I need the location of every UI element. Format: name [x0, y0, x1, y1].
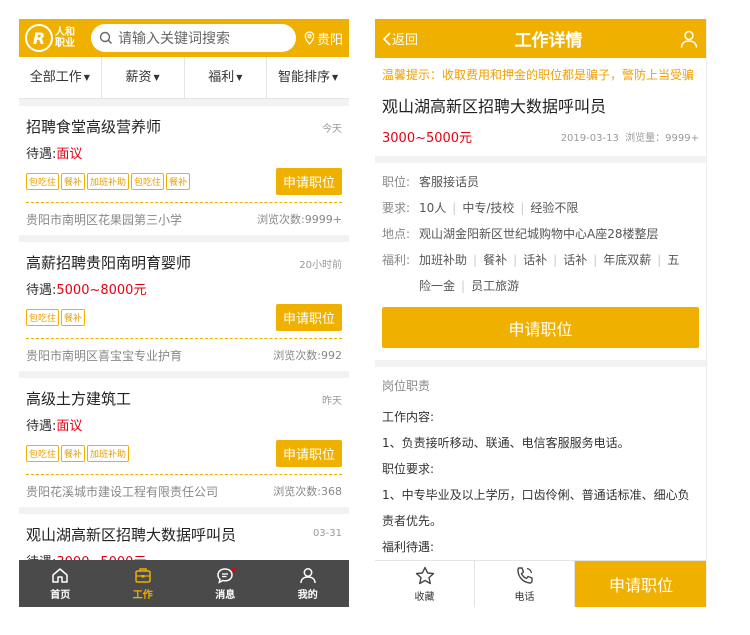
- job-title: 观山湖高新区招聘大数据呼叫员: [382, 97, 607, 116]
- unread-dot: [232, 568, 236, 572]
- welfare-tag: 餐补: [166, 173, 191, 190]
- dropdown-arrow-icon: ▼: [153, 72, 160, 82]
- logo-mark: R: [25, 24, 53, 52]
- dropdown-arrow-icon: ▼: [236, 72, 243, 82]
- job-location: 贵阳市南明区花果园第三小学: [26, 212, 183, 227]
- filter-welfare[interactable]: 福利 ▼: [185, 56, 268, 99]
- bottom-tab-bar: 首页 工作 消息 我的: [19, 560, 349, 607]
- job-tags: 包吃住 餐补: [26, 309, 86, 326]
- phone-icon: [516, 566, 533, 584]
- filter-bar: 全部工作 ▼ 薪资 ▼ 福利 ▼ 智能排序 ▼: [19, 56, 349, 99]
- job-title: 观山湖高新区招聘大数据呼叫员: [26, 526, 237, 544]
- filter-all-jobs[interactable]: 全部工作 ▼: [19, 56, 102, 99]
- job-title: 招聘食堂高级营养师: [26, 118, 162, 136]
- list-header: R 人和 职业 请输入关键词搜索 贵阳: [19, 19, 349, 57]
- job-info: 职位: 客服接话员 要求: 10人 | 中专/技校 | 经验不限 地点: 观山湖金阳新区…: [375, 163, 706, 299]
- job-views: 浏览次数:992: [273, 349, 342, 362]
- job-address: 观山湖金阳新区世纪城购物中心A座28楼整层: [419, 227, 659, 241]
- welfare-tag: 加班补助: [87, 173, 130, 190]
- chevron-left-icon: [382, 31, 391, 46]
- user-icon[interactable]: [679, 29, 699, 49]
- apply-button-bottom[interactable]: 申请职位: [575, 561, 706, 607]
- tab-messages[interactable]: 消息: [184, 560, 267, 607]
- job-views: 浏览次数:368: [273, 485, 342, 498]
- home-icon: [52, 567, 68, 583]
- welfare-tag: 加班补助: [87, 445, 130, 462]
- search-input[interactable]: 请输入关键词搜索: [91, 24, 296, 52]
- dropdown-arrow-icon: ▼: [83, 72, 90, 82]
- job-location: 贵阳花溪城市建设工程有限责任公司: [26, 484, 219, 499]
- detail-header: 返回 工作详情: [375, 19, 706, 58]
- user-icon: [300, 567, 316, 583]
- job-duties: 岗位职责 工作内容: 1、负责接听移动、联通、电信客服服务电话。 职位要求: 1…: [375, 367, 706, 560]
- apply-button[interactable]: 申请职位: [275, 168, 342, 195]
- job-pay: 待遇:5000~8000元: [26, 283, 147, 298]
- job-tags: 包吃住 餐补 加班补助 包吃住 餐补: [26, 173, 191, 190]
- app-logo[interactable]: R 人和 职业: [25, 24, 87, 52]
- briefcase-icon: [135, 567, 151, 583]
- city-label: 贵阳: [316, 32, 343, 48]
- job-time: 今天: [322, 124, 342, 135]
- job-list-screen: R 人和 职业 请输入关键词搜索 贵阳 全部工作 ▼ 薪资 ▼ 福利 ▼ 智能排序 ▼ …: [19, 19, 349, 607]
- job-location: 贵阳市南明区喜宝宝专业护育: [26, 348, 183, 363]
- job-time: 20小时前: [299, 260, 342, 271]
- filter-smart-sort[interactable]: 智能排序 ▼: [267, 57, 349, 99]
- apply-button[interactable]: 申请职位: [275, 440, 342, 467]
- logo-text-1: 人和: [55, 27, 75, 38]
- tab-profile[interactable]: 我的: [267, 560, 350, 607]
- job-date-views: 2019-03-13 浏览量：9999+: [560, 133, 699, 144]
- page-title: 工作详情: [514, 31, 583, 51]
- location-pin-icon: [304, 31, 315, 45]
- back-button[interactable]: 返回: [382, 29, 418, 48]
- search-icon: [99, 31, 112, 44]
- tab-work[interactable]: 工作: [102, 560, 185, 607]
- welfare-tag: 包吃住: [26, 173, 60, 190]
- job-pay: 待遇:面议: [26, 419, 83, 434]
- job-card[interactable]: 招聘食堂高级营养师 今天 待遇:面议 包吃住 餐补 加班补助 包吃住 餐补 申请…: [19, 106, 349, 235]
- job-title: 高级土方建筑工: [26, 390, 132, 408]
- job-card[interactable]: 高级土方建筑工 昨天 待遇:面议 包吃住 餐补 加班补助 申请职位 贵阳花溪城市…: [19, 378, 349, 507]
- warning-notice: 温馨提示：收取费用和押金的职位都是骗子，警防上当受骗: [382, 68, 695, 82]
- job-pay: 待遇:面议: [26, 147, 83, 162]
- job-title: 高薪招聘贵阳南明育婴师: [26, 254, 192, 272]
- detail-action-bar: 收藏 电话 申请职位: [375, 560, 706, 607]
- dropdown-arrow-icon: ▼: [332, 72, 339, 82]
- job-views: 浏览次数:9999+: [257, 213, 342, 226]
- star-icon: [415, 566, 434, 584]
- welfare-tag: 包吃住: [26, 445, 60, 462]
- job-detail-screen: 返回 工作详情 温馨提示：收取费用和押金的职位都是骗子，警防上当受骗 观山湖高新…: [375, 19, 707, 607]
- filter-salary[interactable]: 薪资 ▼: [102, 56, 185, 99]
- tab-home[interactable]: 首页: [19, 560, 102, 607]
- city-selector[interactable]: 贵阳: [304, 29, 343, 48]
- apply-button[interactable]: 申请职位: [275, 304, 342, 331]
- job-salary: 3000~5000元: [382, 131, 473, 146]
- apply-button[interactable]: 申请职位: [382, 307, 699, 348]
- job-time: 03-31: [312, 528, 342, 539]
- job-position: 客服接话员: [419, 175, 480, 189]
- welfare-tag: 包吃住: [26, 309, 60, 326]
- logo-text-2: 职业: [55, 38, 75, 49]
- phone-button[interactable]: 电话: [475, 561, 575, 607]
- favorite-button[interactable]: 收藏: [375, 561, 475, 607]
- section-title: 岗位职责: [382, 379, 431, 393]
- welfare-tag: 包吃住: [131, 173, 165, 190]
- job-tags: 包吃住 餐补 加班补助: [26, 445, 130, 462]
- search-placeholder: 请输入关键词搜索: [118, 31, 230, 47]
- job-time: 昨天: [322, 396, 342, 407]
- welfare-tag: 餐补: [61, 173, 86, 190]
- job-card[interactable]: 高薪招聘贵阳南明育婴师 20小时前 待遇:5000~8000元 包吃住 餐补 申…: [19, 242, 349, 371]
- welfare-tag: 餐补: [61, 309, 86, 326]
- welfare-tag: 餐补: [61, 445, 86, 462]
